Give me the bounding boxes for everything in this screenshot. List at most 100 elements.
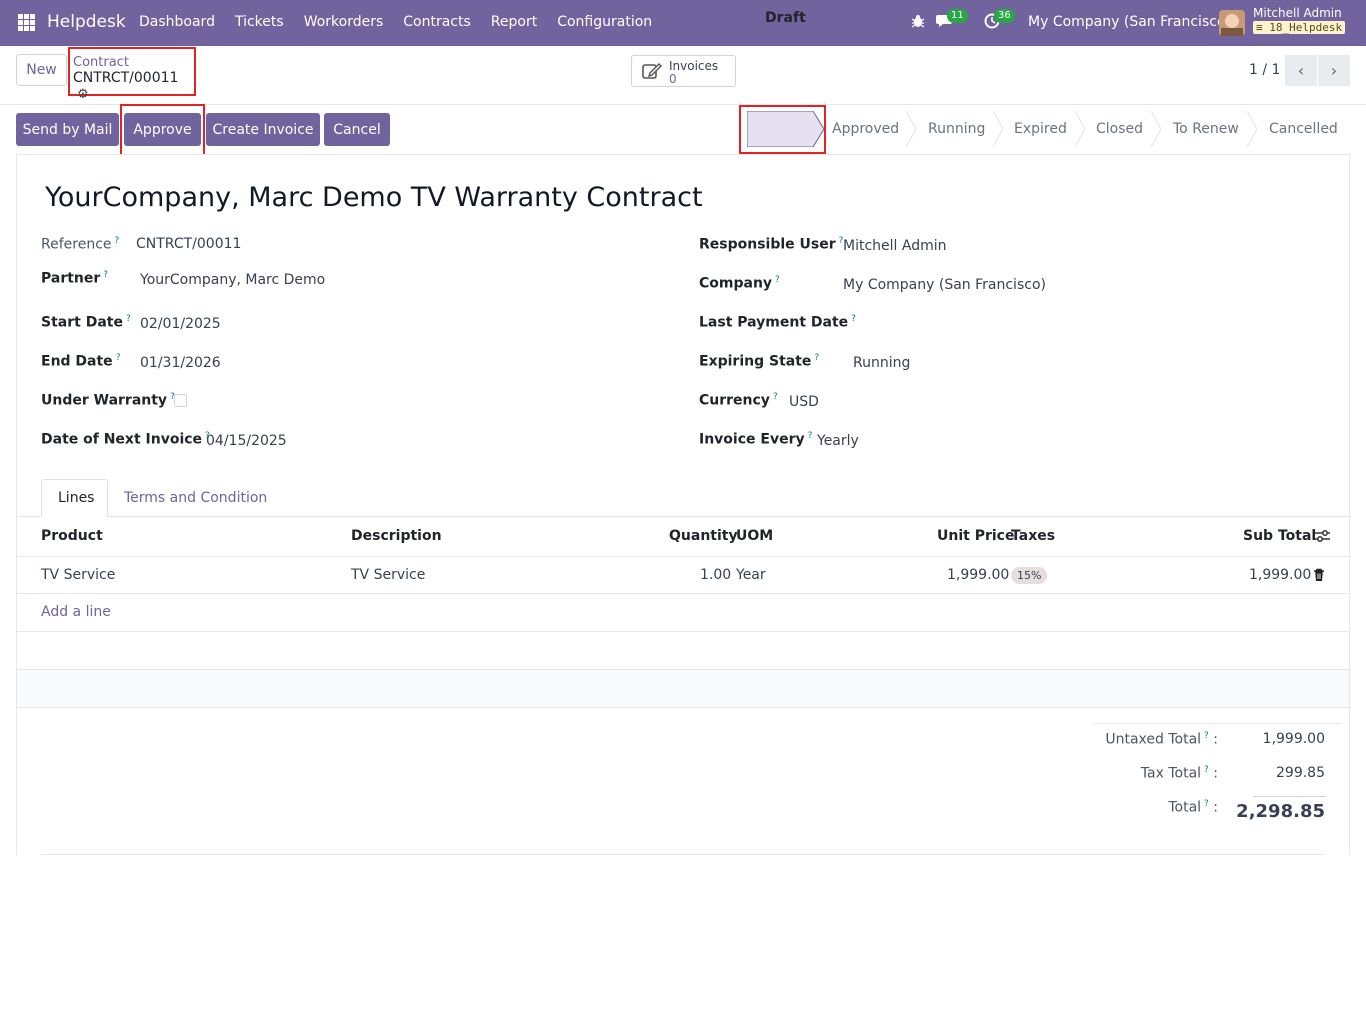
tax-total-value: 299.85 <box>1276 765 1325 781</box>
user-avatar[interactable] <box>1219 10 1245 36</box>
partner-field[interactable]: YourCompany, Marc Demo <box>140 272 325 288</box>
column-header-quantity[interactable]: Quantity <box>669 528 738 544</box>
approve-highlight-frame <box>120 104 205 157</box>
trash-icon[interactable] <box>1313 568 1325 582</box>
menu-item-tickets[interactable]: Tickets <box>235 14 284 30</box>
pager-next-button[interactable]: › <box>1318 55 1350 86</box>
reference-value: CNTRCT/00011 <box>136 236 242 252</box>
untaxed-total-value: 1,999.00 <box>1262 731 1325 747</box>
next-invoice-field[interactable]: 04/15/2025 <box>206 433 287 449</box>
add-a-line-link[interactable]: Add a line <box>41 604 111 620</box>
menu-item-workorders[interactable]: Workorders <box>304 14 384 30</box>
menu-item-report[interactable]: Report <box>491 14 537 30</box>
cell-product[interactable]: TV Service <box>41 567 115 583</box>
grand-total-divider <box>1253 796 1326 797</box>
invoices-smart-button[interactable]: Invoices 0 <box>631 55 736 87</box>
help-tooltip-icon[interactable]: ? <box>115 236 120 246</box>
tab-terms-and-condition[interactable]: Terms and Condition <box>108 479 283 517</box>
help-tooltip-icon[interactable]: ? <box>1204 765 1209 775</box>
stage-closed[interactable]: Closed <box>1096 111 1143 147</box>
column-header-uom[interactable]: UOM <box>736 528 773 544</box>
stage-separator <box>993 111 1003 147</box>
untaxed-total-label: Untaxed Total? : <box>1105 731 1218 748</box>
column-header-taxes[interactable]: Taxes <box>1011 528 1055 544</box>
expiring-state-value: Running <box>853 355 911 371</box>
cell-uom[interactable]: Year <box>736 567 766 583</box>
start-date-label: Start Date? <box>41 314 131 331</box>
help-tooltip-icon[interactable]: ? <box>775 275 780 285</box>
messages-count-badge: 11 <box>947 9 968 23</box>
breadcrumb: Contract CNTRCT/00011⚙ <box>68 47 196 102</box>
column-header-description[interactable]: Description <box>351 528 442 544</box>
end-date-field[interactable]: 01/31/2026 <box>140 355 221 371</box>
cell-unit-price[interactable]: 1,999.00 <box>947 567 1009 583</box>
column-header-unit-price[interactable]: Unit Price <box>937 528 1014 544</box>
activities-clock-icon[interactable]: 36 <box>984 9 1015 33</box>
stage-to-renew[interactable]: To Renew <box>1173 111 1239 147</box>
cancel-button[interactable]: Cancel <box>324 113 390 146</box>
smart-button-label: Invoices <box>669 59 719 73</box>
company-switcher[interactable]: My Company (San Francisco) <box>1028 14 1231 30</box>
start-date-field[interactable]: 02/01/2025 <box>140 316 221 332</box>
responsible-user-label: Responsible User? <box>699 236 844 253</box>
debug-bug-icon[interactable] <box>910 13 926 33</box>
database-icon: ≡ <box>1256 21 1263 34</box>
help-tooltip-icon[interactable]: ? <box>851 314 856 324</box>
gear-icon[interactable]: ⚙ <box>77 87 89 102</box>
send-by-mail-button[interactable]: Send by Mail <box>16 113 119 146</box>
help-tooltip-icon[interactable]: ? <box>1204 731 1209 741</box>
stage-approved[interactable]: Approved <box>832 111 899 147</box>
under-warranty-label: Under Warranty? <box>41 392 175 409</box>
top-navbar: Helpdesk Dashboard Tickets Workorders Co… <box>0 0 1366 46</box>
empty-row <box>17 669 1349 707</box>
responsible-user-field[interactable]: Mitchell Admin <box>843 238 947 254</box>
company-field[interactable]: My Company (San Francisco) <box>843 277 1046 293</box>
optional-columns-sliders-icon[interactable] <box>1315 529 1330 543</box>
help-tooltip-icon[interactable]: ? <box>116 353 121 363</box>
breadcrumb-current: CNTRCT/00011⚙ <box>73 70 194 102</box>
help-tooltip-icon[interactable]: ? <box>773 392 778 402</box>
contract-title[interactable]: YourCompany, Marc Demo TV Warranty Contr… <box>45 182 703 213</box>
cell-description[interactable]: TV Service <box>351 567 425 583</box>
help-tooltip-icon[interactable]: ? <box>126 314 131 324</box>
stage-separator <box>906 111 916 147</box>
next-invoice-label: Date of Next Invoice? <box>41 431 210 448</box>
create-invoice-button[interactable]: Create Invoice <box>206 113 320 146</box>
stage-running[interactable]: Running <box>928 111 985 147</box>
total-label: Total? : <box>1168 799 1218 816</box>
tax-badge[interactable]: 15% <box>1011 567 1048 584</box>
currency-field[interactable]: USD <box>789 394 819 410</box>
invoice-every-label: Invoice Every? <box>699 431 813 448</box>
menu-item-dashboard[interactable]: Dashboard <box>139 14 215 30</box>
menu-item-configuration[interactable]: Configuration <box>557 14 652 30</box>
grand-total-value: 2,298.85 <box>1236 801 1325 822</box>
invoice-every-field[interactable]: Yearly <box>817 433 859 449</box>
under-warranty-checkbox[interactable] <box>174 394 187 407</box>
column-header-product[interactable]: Product <box>41 528 103 544</box>
pager-value[interactable]: 1 / 1 <box>1249 62 1280 78</box>
help-tooltip-icon[interactable]: ? <box>103 270 108 280</box>
apps-menu-icon[interactable] <box>18 14 35 31</box>
edit-document-icon <box>642 63 662 79</box>
help-tooltip-icon[interactable]: ? <box>808 431 813 441</box>
chevron-left-icon: ‹ <box>1297 61 1305 80</box>
column-header-subtotal[interactable]: Sub Total <box>1243 528 1316 544</box>
breadcrumb-parent-link[interactable]: Contract <box>73 55 129 70</box>
row-divider <box>17 669 1349 670</box>
pager-previous-button[interactable]: ‹ <box>1285 55 1317 86</box>
cell-quantity[interactable]: 1.00 <box>700 567 731 583</box>
tab-lines[interactable]: Lines <box>41 479 108 517</box>
new-button[interactable]: New <box>16 54 67 86</box>
expiring-state-label: Expiring State? <box>699 353 820 370</box>
menu-item-contracts[interactable]: Contracts <box>403 14 471 30</box>
stage-draft[interactable]: Draft <box>765 0 806 36</box>
stage-cancelled[interactable]: Cancelled <box>1269 111 1338 147</box>
user-name[interactable]: Mitchell Admin <box>1253 6 1342 20</box>
app-name[interactable]: Helpdesk <box>47 12 126 32</box>
stage-separator <box>1247 111 1257 147</box>
messages-icon[interactable]: 11 <box>936 9 968 33</box>
help-tooltip-icon[interactable]: ? <box>814 353 819 363</box>
activities-count-badge: 36 <box>994 9 1015 23</box>
stage-expired[interactable]: Expired <box>1014 111 1067 147</box>
sheet-bottom-divider <box>41 854 1325 855</box>
